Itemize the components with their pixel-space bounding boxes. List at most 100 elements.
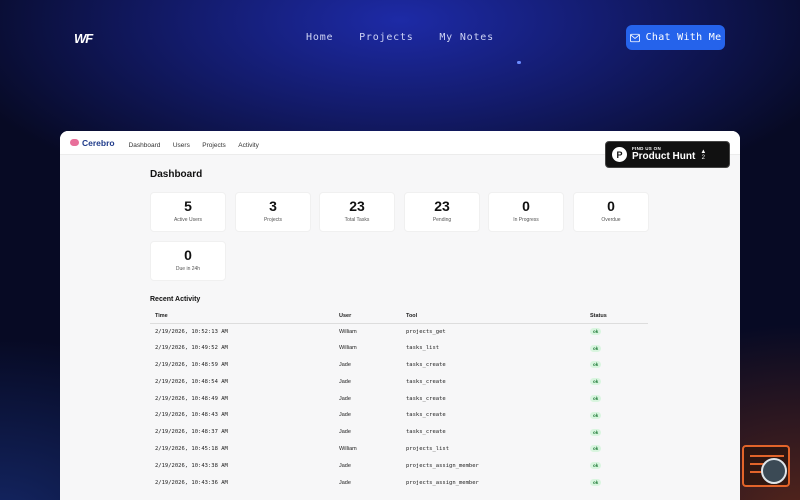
cell-user: Jade — [339, 378, 351, 385]
stat-value: 3 — [269, 198, 277, 214]
table-row: 2/19/2026, 10:49:52 AM William tasks_list o… — [150, 340, 648, 357]
cell-time: 2/19/2026, 10:43:36 AM — [155, 479, 228, 486]
cell-status: ok — [585, 457, 648, 474]
cell-time: 2/19/2026, 10:48:54 AM — [155, 378, 228, 385]
table-row: 2/19/2026, 10:52:13 AM William projects_ge… — [150, 323, 648, 340]
cell-user: Jade — [339, 412, 351, 419]
cell-user: Jade — [339, 395, 351, 402]
stat-card-pending: 23 Pending — [404, 192, 480, 232]
app-nav-users[interactable]: Users — [173, 142, 190, 149]
status-badge: ok — [590, 395, 602, 403]
cell-tool: projects_assign_member — [406, 479, 479, 486]
column-header-user: User — [334, 310, 401, 324]
column-header-tool: Tool — [401, 310, 585, 324]
status-badge: ok — [590, 361, 602, 369]
stat-value: 5 — [184, 198, 192, 214]
status-badge: ok — [590, 328, 602, 336]
cell-status: ok — [585, 373, 648, 390]
stat-label: Due in 24h — [175, 266, 201, 272]
status-badge: ok — [590, 378, 602, 386]
cell-user: Jade — [339, 429, 351, 436]
cell-status: ok — [585, 407, 648, 424]
nav-projects-link[interactable]: Projects — [359, 32, 414, 43]
table-row: 2/19/2026, 10:48:54 AM Jade tasks_create ok — [150, 373, 648, 390]
brain-icon — [70, 139, 79, 146]
app-nav-activity[interactable]: Activity — [238, 142, 259, 149]
stat-card-in-progress: 0 In Progress — [488, 192, 564, 232]
cell-status: ok — [585, 474, 648, 491]
cell-time: 2/19/2026, 10:52:13 AM — [155, 328, 228, 335]
product-hunt-count: 2 — [701, 154, 705, 161]
cell-tool: tasks_create — [406, 412, 446, 419]
cell-tool: tasks_create — [406, 361, 446, 368]
status-badge: ok — [590, 445, 602, 453]
app-screenshot: Cerebro Dashboard Users Projects Activit… — [60, 131, 740, 500]
cell-time: 2/19/2026, 10:49:52 AM — [155, 345, 228, 352]
cell-status: ok — [585, 390, 648, 407]
page-title: Dashboard — [150, 169, 203, 180]
table-row: 2/19/2026, 10:43:36 AM Jade projects_assig… — [150, 474, 648, 491]
cell-user: William — [339, 345, 357, 352]
status-badge: ok — [590, 479, 602, 487]
stat-card-total-tasks: 23 Total Tasks — [319, 192, 395, 232]
cell-time: 2/19/2026, 10:43:38 AM — [155, 462, 228, 469]
widget-line — [750, 455, 784, 457]
product-hunt-icon: P — [612, 147, 627, 162]
stat-card-due-24h: 0 Due in 24h — [150, 241, 226, 281]
app-nav-dashboard[interactable]: Dashboard — [129, 142, 161, 149]
product-hunt-big: Product Hunt — [632, 151, 696, 163]
table-row: 2/19/2026, 10:45:18 AM William projects_li… — [150, 441, 648, 458]
cell-user: Jade — [339, 479, 351, 486]
column-header-status: Status — [585, 310, 648, 324]
column-header-time: Time — [150, 310, 334, 324]
site-header: WF Home Projects My Notes Chat With Me — [0, 0, 800, 76]
app-brand[interactable]: Cerebro — [70, 138, 115, 148]
app-nav-projects[interactable]: Projects — [202, 142, 225, 149]
cell-user: Jade — [339, 462, 351, 469]
stat-label: Active Users — [173, 217, 203, 223]
table-header-row: Time User Tool Status — [150, 310, 648, 324]
cell-tool: projects_get — [406, 328, 446, 335]
app-nav: Dashboard Users Projects Activity — [129, 134, 267, 152]
table-row: 2/19/2026, 10:48:37 AM Jade tasks_create ok — [150, 424, 648, 441]
activity-table: Time User Tool Status 2/19/2026, 10:52:1… — [150, 310, 648, 491]
cell-tool: projects_assign_member — [406, 462, 479, 469]
cell-tool: tasks_create — [406, 378, 446, 385]
cell-user: William — [339, 445, 357, 452]
table-row: 2/19/2026, 10:48:43 AM Jade tasks_create ok — [150, 407, 648, 424]
table-row: 2/19/2026, 10:43:38 AM Jade projects_assig… — [150, 457, 648, 474]
stat-label: Total Tasks — [344, 217, 370, 223]
nav-notes-link[interactable]: My Notes — [439, 32, 494, 43]
stat-card-projects: 3 Projects — [235, 192, 311, 232]
app-brand-label: Cerebro — [82, 137, 115, 148]
product-hunt-badge[interactable]: P FIND US ON Product Hunt ▲ 2 — [605, 141, 730, 168]
cell-user: William — [339, 328, 357, 335]
stat-value: 0 — [522, 198, 530, 214]
cell-status: ok — [585, 323, 648, 340]
stat-value: 0 — [184, 247, 192, 263]
cell-status: ok — [585, 340, 648, 357]
stat-value: 0 — [607, 198, 615, 214]
cell-time: 2/19/2026, 10:45:18 AM — [155, 445, 228, 452]
cell-status: ok — [585, 424, 648, 441]
cell-tool: tasks_create — [406, 395, 446, 402]
stat-card-overdue: 0 Overdue — [573, 192, 649, 232]
cell-tool: tasks_create — [406, 429, 446, 436]
chat-button-label: Chat With Me — [645, 32, 722, 43]
stat-value: 23 — [434, 198, 450, 214]
chat-button[interactable]: Chat With Me — [626, 25, 725, 50]
stat-label: Overdue — [601, 217, 621, 223]
status-badge: ok — [590, 344, 602, 352]
status-badge: ok — [590, 428, 602, 436]
cell-user: Jade — [339, 361, 351, 368]
recent-activity-title: Recent Activity — [150, 296, 201, 303]
status-badge: ok — [590, 411, 602, 419]
stat-label: In Progress — [513, 217, 539, 223]
magnifier-icon[interactable] — [761, 458, 787, 484]
table-row: 2/19/2026, 10:48:49 AM Jade tasks_create ok — [150, 390, 648, 407]
mail-icon — [629, 33, 640, 42]
nav-home-link[interactable]: Home — [306, 32, 333, 43]
stat-card-active-users: 5 Active Users — [150, 192, 226, 232]
table-row: 2/19/2026, 10:48:59 AM Jade tasks_create ok — [150, 357, 648, 374]
stat-value: 23 — [349, 198, 365, 214]
